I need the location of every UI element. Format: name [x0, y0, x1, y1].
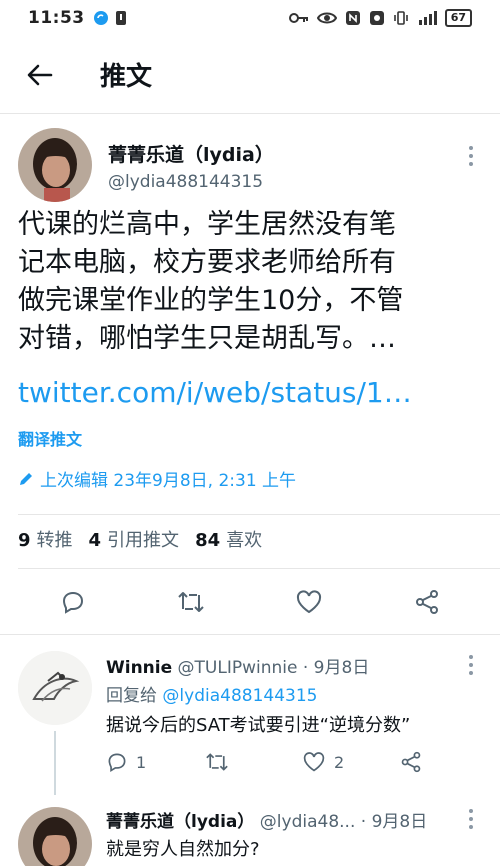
reply-author-handle[interactable]: @TULIPwinnie: [178, 658, 298, 678]
vibrate-icon: [393, 10, 409, 26]
pencil-icon: [20, 472, 32, 485]
retweet-icon: [206, 753, 228, 771]
retweet-button[interactable]: [204, 751, 302, 773]
eye-icon: [316, 11, 337, 25]
dnd-icon: [369, 10, 385, 26]
heart-icon: [296, 590, 322, 614]
reply-text: 就是穷人自然加分?: [106, 839, 260, 860]
arrow-left-icon: [27, 64, 53, 85]
divider: [18, 568, 500, 569]
nfc-icon: [345, 10, 361, 26]
edited-label[interactable]: 上次编辑 23年9月8日, 2:31 上午: [18, 466, 296, 491]
reply-item[interactable]: 菁菁乐道（lydia） @lydia48... · 9月8日 就是穷人自然加分?: [0, 795, 500, 866]
reply-actions: 1 2: [106, 751, 498, 773]
key-icon: [288, 12, 309, 24]
avatar[interactable]: [18, 651, 92, 725]
avatar[interactable]: [18, 128, 92, 202]
reply-text: 据说今后的SAT考试要引进“逆境分数”: [106, 715, 411, 736]
retweet-button[interactable]: [171, 582, 211, 622]
retweets-stat[interactable]: 9 转推: [18, 526, 73, 552]
sync-icon: [93, 10, 109, 26]
reply-button[interactable]: 1: [106, 751, 204, 773]
reply-icon: [108, 753, 126, 772]
share-icon: [416, 590, 438, 614]
tweet-text: 代课的烂高中，学生居然没有笔 记本电脑，校方要求老师给所有 做完课堂作业的学生1…: [18, 209, 404, 354]
battery-icon: 67: [444, 9, 472, 27]
author-name[interactable]: 菁菁乐道（lydia）: [108, 140, 274, 167]
thread-line: [54, 731, 56, 795]
back-button[interactable]: [20, 55, 60, 95]
status-bar: 11:53 67: [0, 0, 500, 36]
header: 推文: [0, 36, 500, 114]
retweet-icon: [178, 592, 204, 612]
avatar[interactable]: [18, 807, 92, 866]
more-options-icon[interactable]: [466, 809, 476, 829]
tweet-actions: [0, 574, 500, 630]
more-options-icon[interactable]: [466, 655, 476, 675]
reply-button[interactable]: [53, 582, 93, 622]
share-button[interactable]: [407, 582, 447, 622]
signal-icon: [417, 10, 437, 26]
reply-icon: [62, 591, 84, 614]
divider: [18, 514, 500, 515]
like-button[interactable]: 2: [302, 751, 400, 773]
author-handle[interactable]: @lydia488144315: [108, 172, 263, 192]
reply-author-handle[interactable]: @lydia48...: [260, 812, 356, 832]
likes-stat[interactable]: 84 喜欢: [195, 526, 262, 552]
reply-to-handle[interactable]: @lydia488144315: [162, 686, 317, 706]
reply-to: 回复给 @lydia488144315: [106, 686, 318, 706]
heart-icon: [303, 752, 325, 772]
translate-button[interactable]: 翻译推文: [18, 426, 82, 450]
page-title: 推文: [100, 62, 153, 92]
status-time: 11:53: [28, 8, 85, 28]
like-button[interactable]: [289, 582, 329, 622]
reply-author-name[interactable]: 菁菁乐道（lydia）: [106, 812, 254, 832]
reply-date: · 9月8日: [360, 812, 428, 832]
tweet-link[interactable]: twitter.com/i/web/status/1…: [18, 376, 412, 409]
more-options-icon[interactable]: [466, 146, 476, 166]
quotes-stat[interactable]: 4 引用推文: [89, 526, 180, 552]
share-icon: [401, 751, 421, 773]
reply-item[interactable]: Winnie @TULIPwinnie · 9月8日 回复给 @lydia488…: [0, 635, 500, 795]
notification-icon: [115, 10, 127, 26]
reply-author-name[interactable]: Winnie: [106, 658, 172, 678]
main-tweet: 菁菁乐道（lydia） @lydia488144315 代课的烂高中，学生居然没…: [0, 114, 500, 491]
tweet-stats: 9 转推 4 引用推文 84 喜欢: [18, 526, 262, 552]
share-button[interactable]: [400, 751, 498, 773]
reply-date: · 9月8日: [302, 658, 370, 678]
